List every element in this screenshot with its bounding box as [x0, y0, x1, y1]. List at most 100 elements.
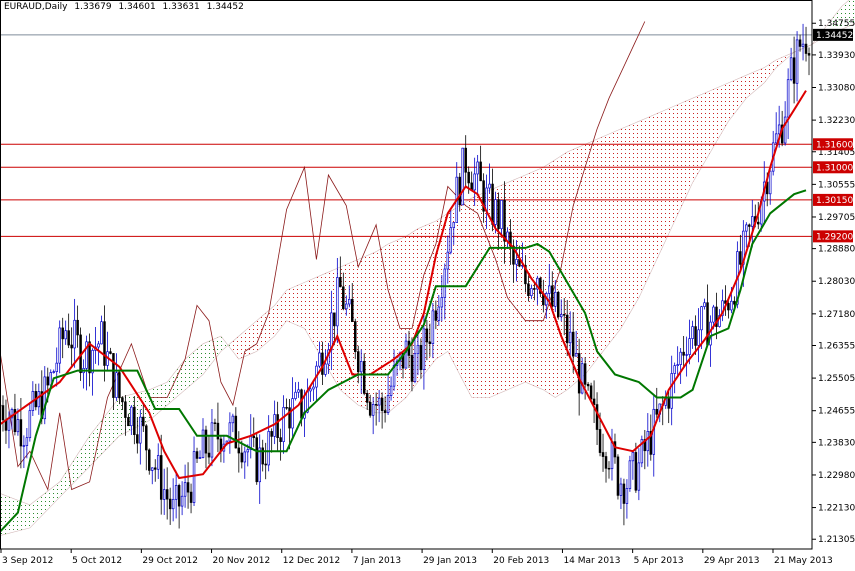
candle [716, 293, 718, 339]
candle [602, 434, 604, 472]
candle [465, 135, 467, 186]
candle [268, 415, 270, 471]
candle [2, 395, 4, 431]
candle [587, 382, 589, 391]
y-tick-label: 1.33080 [818, 84, 855, 94]
candle [199, 450, 201, 459]
candle [277, 402, 279, 451]
candle [92, 348, 94, 395]
candle [677, 346, 679, 375]
candle [235, 407, 237, 449]
candle [23, 435, 25, 468]
candle [265, 443, 267, 479]
candle [184, 465, 186, 508]
candle [181, 481, 183, 515]
high-value: 1.34601 [118, 2, 155, 12]
candle [148, 448, 150, 474]
y-tick-label: 1.21305 [818, 535, 855, 545]
candle [259, 434, 261, 504]
candle [596, 392, 598, 445]
x-tick-label: 29 Apr 2013 [704, 556, 760, 566]
y-tick-label: 1.26355 [818, 341, 855, 351]
candle [44, 366, 46, 424]
y-tick-label: 1.22130 [818, 504, 855, 514]
x-tick-label: 3 Sep 2012 [2, 556, 53, 566]
symbol-label: EURAUD,Daily [4, 2, 67, 12]
candle [739, 235, 741, 271]
candle [53, 370, 55, 374]
candle [686, 337, 688, 377]
candle [805, 27, 807, 62]
candle [244, 447, 246, 479]
current-price-label: 1.34452 [816, 31, 853, 41]
candle [653, 395, 655, 477]
candle [638, 448, 640, 500]
candle [662, 396, 664, 425]
candle [178, 484, 180, 529]
candle [163, 469, 165, 515]
y-tick-label: 1.22980 [818, 471, 855, 481]
candle [471, 172, 473, 191]
candle [644, 430, 646, 469]
candle [629, 456, 631, 492]
candle [620, 478, 622, 509]
chart: 1.347551.339301.330801.322301.314051.305… [0, 0, 855, 567]
candle [608, 461, 610, 478]
candle [605, 452, 607, 483]
y-tick-label: 1.28880 [818, 245, 855, 255]
candle [298, 382, 300, 398]
candle [205, 426, 207, 468]
y-tick-label: 1.27180 [818, 310, 855, 320]
y-tick-label: 1.28030 [818, 277, 855, 287]
candle [626, 479, 628, 518]
candle [190, 484, 192, 514]
candle [56, 347, 58, 386]
candle [680, 348, 682, 384]
candle [130, 405, 132, 435]
candle [193, 436, 195, 506]
y-tick-label: 1.23830 [818, 438, 855, 448]
candle [632, 451, 634, 480]
candle [683, 336, 685, 368]
candle [74, 299, 76, 368]
candle [187, 462, 189, 508]
candle [68, 314, 70, 348]
candle [157, 443, 159, 479]
candle [59, 320, 61, 373]
candle [38, 384, 40, 415]
y-tick-label: 1.32230 [818, 116, 855, 126]
low-value: 1.33631 [163, 2, 200, 12]
candle [86, 336, 88, 391]
candle [62, 318, 64, 358]
candle [656, 388, 658, 419]
candle [35, 384, 37, 411]
candle [220, 435, 222, 462]
candle [557, 291, 559, 320]
candle [77, 306, 79, 348]
candle [229, 412, 231, 454]
candle [145, 424, 147, 470]
y-tick-label: 1.24655 [818, 407, 855, 417]
candle [214, 419, 216, 431]
candle [793, 37, 795, 104]
cloud-bull-area [0, 336, 230, 535]
candle [623, 479, 625, 525]
candle [151, 467, 153, 484]
close-value: 1.34452 [207, 2, 244, 12]
candle [745, 222, 747, 247]
candle [611, 429, 613, 481]
x-tick-label: 21 May 2013 [774, 556, 833, 566]
candle [196, 448, 198, 463]
candle [65, 321, 67, 345]
candle [232, 414, 234, 432]
candle [71, 327, 73, 367]
candle [787, 68, 789, 139]
candle [101, 316, 103, 345]
candle [295, 382, 297, 400]
x-tick-label: 29 Jan 2013 [423, 556, 477, 566]
candle [796, 31, 798, 101]
candle [313, 382, 315, 401]
candle [169, 488, 171, 525]
candle [253, 417, 255, 447]
candle [489, 164, 491, 194]
